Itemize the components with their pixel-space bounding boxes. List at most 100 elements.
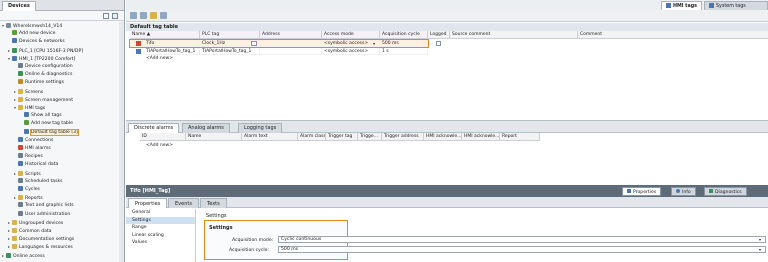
tree-item[interactable]: ▾ Wherelsmwsh14_V14 (2, 22, 62, 29)
settings-icon[interactable] (112, 13, 118, 19)
tree-item[interactable]: Show all tags (20, 112, 62, 119)
alarm-add-new-row[interactable]: <Add new> (144, 142, 204, 149)
tree-item-label: Text and graphic lists (25, 203, 74, 209)
tree-item[interactable]: ▸ PLC_1 [CPU 1516F-3 PN/DP] (8, 47, 83, 54)
tree-item[interactable]: ▸ Ungrouped devices (8, 219, 63, 226)
view-icon[interactable] (103, 13, 109, 19)
alarm-column-header[interactable]: Report (500, 133, 540, 141)
tree-item[interactable]: ▸ Scripts (14, 170, 41, 177)
tree-item[interactable]: ▸ Screens (14, 88, 43, 95)
devices-tab[interactable]: Devices (2, 1, 36, 11)
cell-access[interactable]: <symbolic access> (322, 40, 380, 47)
alarm-column-header[interactable]: Alarm class (298, 133, 326, 141)
alarm-column-header[interactable]: ID (140, 133, 186, 141)
tree-item[interactable]: ▸ Common data (8, 227, 52, 234)
acq-cycle-label: Acquisition cycle: (229, 248, 270, 253)
tree-scrollbar[interactable] (119, 22, 124, 262)
settings-section-title: Settings (209, 225, 233, 231)
inspector-nav-item[interactable]: Values (126, 239, 195, 247)
dropdown-icon[interactable]: ▾ (759, 247, 764, 252)
tab-hmi-tags[interactable]: HMI tags (660, 1, 702, 10)
dropdown-icon[interactable]: ▾ (759, 237, 764, 242)
tree-item[interactable]: Online & diagnostics (14, 71, 72, 78)
inspector-nav-item[interactable]: Settings (126, 216, 195, 224)
tab-system-tags[interactable]: System tags (704, 1, 768, 10)
alarm-column-header[interactable]: Trigge... (358, 133, 382, 141)
export-icon[interactable] (150, 12, 157, 19)
cell-address[interactable] (260, 40, 322, 47)
tree-item[interactable]: Devices & networks (8, 38, 65, 45)
tab-info[interactable]: Info (671, 187, 696, 196)
tree-item[interactable]: Recipes (14, 153, 43, 160)
tree-item[interactable]: HMI alarms (14, 145, 51, 152)
tree-item[interactable]: Text and graphic lists (14, 202, 74, 209)
cell-name[interactable]: TIAPortalHowTo_tag_1 (144, 47, 200, 55)
tree-item[interactable]: Historical data (14, 161, 58, 168)
tree-item[interactable]: ▸ Online access (2, 252, 45, 259)
cell-cycle[interactable]: 500 ms (380, 40, 428, 47)
column-header[interactable]: Access mode (322, 31, 380, 39)
column-header[interactable]: Comment (578, 31, 768, 39)
tree-item[interactable]: Device configuration (14, 63, 73, 70)
tree-node-icon (18, 186, 23, 191)
tab-properties[interactable]: Properties (622, 187, 662, 196)
tree-item[interactable]: ▸ Documentation settings (8, 235, 74, 242)
tag-tabs: HMI tags System tags (126, 0, 768, 10)
tree-item[interactable]: Cycles (14, 186, 40, 193)
acq-mode-field[interactable]: Cyclic continuous ▾ (278, 236, 766, 243)
insert-row-icon[interactable] (140, 12, 147, 19)
subtab-properties[interactable]: Properties (128, 198, 168, 208)
tree-item[interactable]: ▸ Reports (14, 194, 43, 201)
alarm-column-header[interactable]: Name (186, 133, 242, 141)
inspector-nav-item[interactable]: General (126, 209, 195, 217)
alarm-tab[interactable]: Logging tags (238, 123, 283, 133)
column-header[interactable]: Name ▲ (130, 31, 200, 39)
tree-item[interactable]: Add new tag table (20, 120, 73, 127)
cell-address[interactable] (260, 47, 322, 55)
cell-access[interactable]: <symbolic access> (322, 47, 380, 55)
cell-name[interactable]: Tifo (144, 40, 200, 47)
tree-item[interactable]: Scheduled tasks (14, 177, 63, 185)
cell-plc-tag[interactable]: TIAPortalHowTo_tag_1 (200, 47, 260, 55)
subtab-events[interactable]: Events (168, 198, 199, 208)
logged-checkbox[interactable] (436, 41, 441, 46)
browse-icon[interactable] (251, 41, 257, 46)
add-row-icon[interactable] (130, 12, 137, 19)
inspector-nav-item[interactable]: Linear scaling (126, 232, 195, 240)
inspector-nav-item[interactable]: Range (126, 224, 195, 232)
tree-item-label: HMI alarms (25, 146, 51, 151)
tree-item-label: Reports (25, 196, 43, 202)
tree-item[interactable]: ▸ Screen management (14, 96, 73, 103)
column-header[interactable]: Source comment (450, 31, 578, 39)
column-header[interactable]: Logged (428, 31, 450, 39)
cell-cycle[interactable]: 1 s (380, 47, 428, 55)
alarm-column-header[interactable]: HMI acknowle... (462, 133, 500, 141)
tree-item[interactable]: User administration (14, 210, 70, 218)
tree-item[interactable]: Runtime settings (14, 79, 64, 86)
alarm-column-header[interactable]: Alarm text (242, 133, 298, 141)
alarm-tab[interactable]: Discrete alarms (128, 123, 180, 133)
column-header[interactable]: Acquisition cycle (380, 31, 428, 39)
add-new-row[interactable]: <Add new> (144, 55, 200, 62)
tree-item[interactable]: ▾ HMI_1 [TP2200 Comfort] (8, 55, 75, 62)
tree-item-label: Device configuration (25, 64, 73, 69)
alarm-column-header[interactable]: HMI acknowle... (424, 133, 462, 141)
tree-item[interactable]: Add new device (8, 30, 55, 37)
import-icon[interactable] (160, 12, 167, 19)
tree-item-label: Historical data (25, 162, 59, 168)
column-header[interactable]: PLC tag (200, 31, 260, 39)
alarm-column-header[interactable]: Trigger address (382, 133, 424, 141)
column-header[interactable]: Address (260, 31, 322, 39)
tree-item-label: Scripts (25, 171, 41, 177)
tree-node-icon (12, 244, 17, 250)
tree-item[interactable]: ▸ Languages & resources (8, 243, 73, 250)
tree-item[interactable]: ▾ HMI tags (14, 104, 45, 111)
acq-cycle-field[interactable]: 500 ms ▾ (278, 246, 766, 253)
dropdown-icon[interactable]: ▾ (373, 40, 375, 47)
tree-item[interactable]: Default tag table [3] (20, 128, 79, 136)
tab-diagnostics[interactable]: Diagnostics (704, 187, 747, 196)
tree-item[interactable]: Connections (14, 136, 53, 144)
subtab-texts[interactable]: Texts (200, 198, 227, 208)
alarm-tab[interactable]: Analog alarms (182, 123, 230, 133)
alarm-column-header[interactable]: Trigger tag (326, 133, 358, 141)
